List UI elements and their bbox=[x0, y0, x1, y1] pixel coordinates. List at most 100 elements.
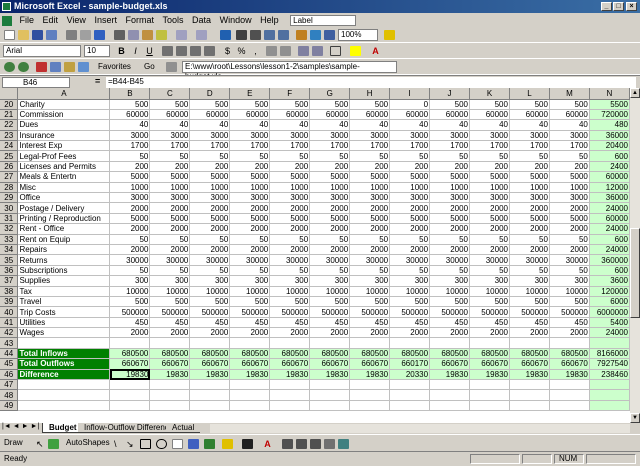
cell[interactable] bbox=[509, 400, 550, 412]
row-header[interactable]: 35 bbox=[0, 254, 19, 266]
row-label-cell[interactable]: Total Outflows bbox=[17, 358, 111, 370]
cell[interactable]: 5000 bbox=[549, 171, 590, 183]
cell[interactable]: 19830 bbox=[109, 369, 151, 381]
row-header[interactable]: 49 bbox=[0, 400, 19, 412]
cell[interactable]: 60000 bbox=[549, 109, 590, 121]
cell[interactable]: 10000 bbox=[269, 286, 311, 297]
cell[interactable]: 3000 bbox=[429, 192, 471, 204]
row-header[interactable]: 45 bbox=[0, 358, 19, 370]
cell[interactable]: 680500 bbox=[109, 348, 151, 360]
tab-scroll-buttons[interactable]: |◄ ◄ ► ►| bbox=[2, 423, 39, 430]
menu-edit[interactable]: Edit bbox=[40, 13, 62, 27]
cell[interactable]: 50 bbox=[309, 265, 351, 277]
cell[interactable]: 5000 bbox=[189, 213, 231, 225]
cell[interactable] bbox=[269, 400, 311, 412]
cell[interactable] bbox=[309, 337, 351, 349]
cell[interactable]: 2000 bbox=[189, 327, 231, 339]
cell[interactable]: 600 bbox=[589, 234, 630, 245]
cell[interactable]: 500 bbox=[549, 296, 590, 308]
cell[interactable]: 5500 bbox=[589, 99, 630, 110]
cell[interactable]: 2000 bbox=[149, 327, 191, 339]
cell[interactable]: 60000 bbox=[509, 109, 550, 121]
column-header[interactable]: C bbox=[149, 88, 191, 100]
cell[interactable]: 200 bbox=[229, 161, 271, 173]
cell[interactable]: 30000 bbox=[549, 254, 590, 266]
cut-icon[interactable] bbox=[114, 30, 125, 40]
cell[interactable]: 50 bbox=[549, 150, 590, 162]
cell[interactable]: 40 bbox=[269, 119, 311, 131]
cell[interactable] bbox=[469, 379, 510, 391]
cell[interactable] bbox=[469, 389, 510, 401]
decrease-indent-icon[interactable] bbox=[298, 46, 309, 56]
cell[interactable]: 1000 bbox=[309, 182, 351, 194]
cell[interactable]: 2000 bbox=[149, 223, 191, 235]
increase-indent-icon[interactable] bbox=[312, 46, 323, 56]
cell[interactable]: 50 bbox=[189, 265, 231, 277]
cell[interactable]: 660670 bbox=[549, 358, 590, 370]
cell[interactable]: 10000 bbox=[469, 286, 510, 297]
cell[interactable]: 40 bbox=[429, 119, 471, 131]
row-header[interactable]: 20 bbox=[0, 99, 19, 110]
paste-icon[interactable] bbox=[142, 30, 153, 40]
cell[interactable]: 40 bbox=[229, 119, 271, 131]
menu-insert[interactable]: Insert bbox=[91, 13, 120, 27]
cell[interactable]: 2000 bbox=[549, 202, 590, 214]
row-label-cell[interactable]: Travel bbox=[17, 296, 111, 308]
cell[interactable]: 2000 bbox=[269, 202, 311, 214]
cell[interactable] bbox=[189, 337, 231, 349]
font-name-dropdown[interactable]: Arial bbox=[3, 45, 81, 57]
draw-fill-color-icon[interactable] bbox=[222, 439, 233, 449]
forward-icon[interactable] bbox=[18, 62, 29, 72]
cell[interactable]: 500000 bbox=[269, 306, 311, 318]
cell[interactable] bbox=[309, 389, 351, 401]
menu-view[interactable]: View bbox=[64, 13, 89, 27]
cell[interactable]: 60000 bbox=[469, 109, 510, 121]
cell[interactable] bbox=[429, 389, 471, 401]
redo-icon[interactable] bbox=[196, 30, 207, 40]
stop-icon[interactable] bbox=[36, 62, 47, 72]
cell[interactable]: 500 bbox=[229, 99, 271, 110]
cell[interactable]: 30000 bbox=[509, 254, 550, 266]
cell[interactable]: 3000 bbox=[349, 192, 391, 204]
cell[interactable]: 50 bbox=[429, 265, 471, 277]
row-label-cell[interactable] bbox=[17, 379, 111, 391]
cell[interactable]: 2000 bbox=[429, 223, 471, 235]
row-header[interactable]: 33 bbox=[0, 234, 19, 245]
menu-tools[interactable]: Tools bbox=[160, 13, 187, 27]
cell[interactable]: 5000 bbox=[549, 213, 590, 225]
cell[interactable]: 2000 bbox=[349, 327, 391, 339]
increase-decimal-icon[interactable] bbox=[266, 46, 277, 56]
cell[interactable]: 680500 bbox=[429, 348, 471, 360]
cell[interactable] bbox=[429, 379, 471, 391]
cell[interactable]: 30000 bbox=[429, 254, 471, 266]
cell[interactable]: 200 bbox=[509, 161, 550, 173]
cell[interactable]: 500 bbox=[509, 99, 550, 110]
cell[interactable]: 50 bbox=[189, 234, 231, 245]
sort-ascending-icon[interactable] bbox=[264, 30, 275, 40]
tab-inflow-outflow[interactable]: Inflow-Outflow Difference bbox=[78, 423, 180, 433]
column-header[interactable]: A bbox=[17, 88, 111, 100]
cell[interactable]: 450 bbox=[429, 317, 471, 329]
cell[interactable]: 450 bbox=[469, 317, 510, 329]
font-color-icon[interactable]: A bbox=[370, 46, 381, 56]
row-label-cell[interactable]: Licenses and Permits bbox=[17, 161, 111, 173]
cell[interactable]: 500 bbox=[109, 296, 151, 308]
cell[interactable] bbox=[349, 379, 391, 391]
cell[interactable]: 660670 bbox=[149, 358, 191, 370]
cell[interactable]: 0 bbox=[389, 99, 431, 110]
cell[interactable]: 1000 bbox=[349, 182, 391, 194]
cell[interactable]: 3000 bbox=[389, 192, 431, 204]
cell[interactable]: 500 bbox=[549, 99, 590, 110]
column-header[interactable]: I bbox=[389, 88, 431, 100]
row-label-cell[interactable]: Insurance bbox=[17, 130, 111, 142]
cell[interactable]: 300 bbox=[509, 275, 550, 287]
cell[interactable]: 680500 bbox=[309, 348, 351, 360]
cell[interactable]: 200 bbox=[109, 161, 151, 173]
cell[interactable]: 2000 bbox=[269, 223, 311, 235]
help-icon[interactable] bbox=[384, 30, 395, 40]
cell[interactable]: 1000 bbox=[229, 182, 271, 194]
cell[interactable]: 2000 bbox=[229, 223, 271, 235]
row-label-cell[interactable]: Repairs bbox=[17, 244, 111, 256]
minimize-button[interactable]: _ bbox=[601, 2, 612, 11]
show-web-toolbar-icon[interactable] bbox=[166, 62, 177, 72]
